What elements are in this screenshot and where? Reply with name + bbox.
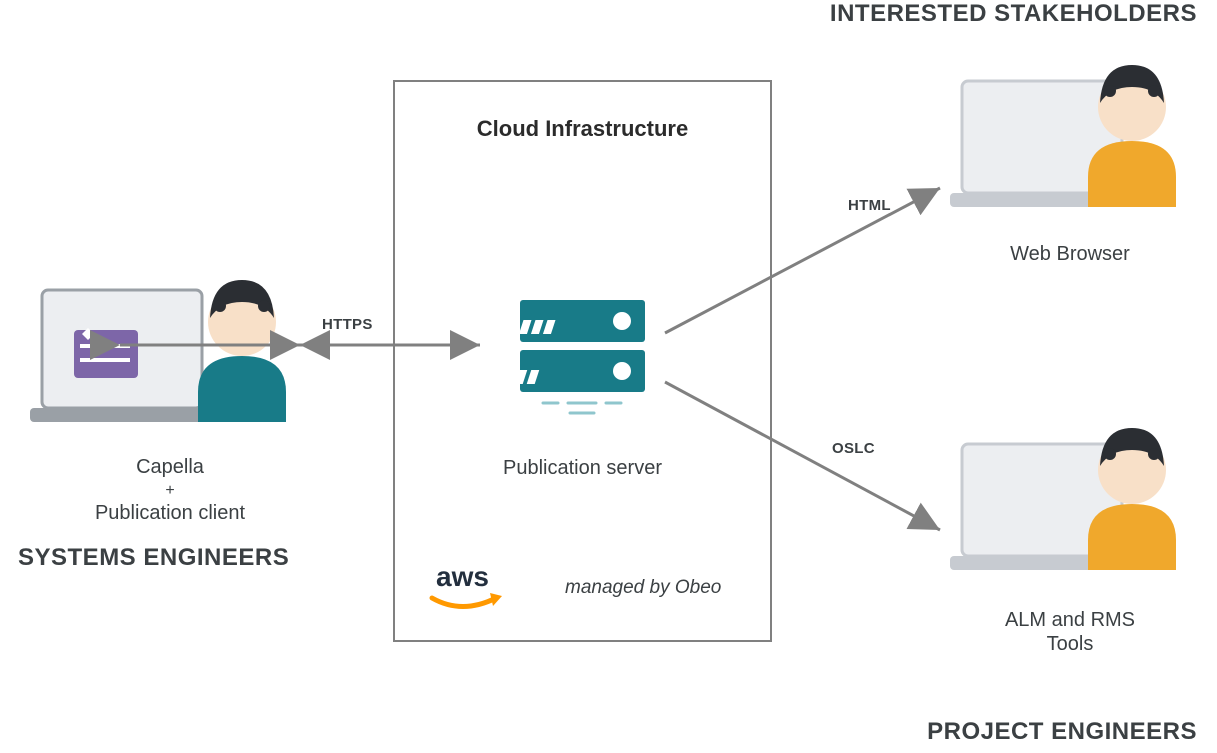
diagram-stage: INTERESTED STAKEHOLDERS SYSTEMS ENGINEER… <box>0 0 1217 753</box>
arrow-label-https: HTTPS <box>322 316 373 333</box>
arrows-layer <box>0 0 1217 753</box>
arrow-label-oslc: OSLC <box>832 440 875 457</box>
arrow-label-html: HTML <box>848 197 891 214</box>
